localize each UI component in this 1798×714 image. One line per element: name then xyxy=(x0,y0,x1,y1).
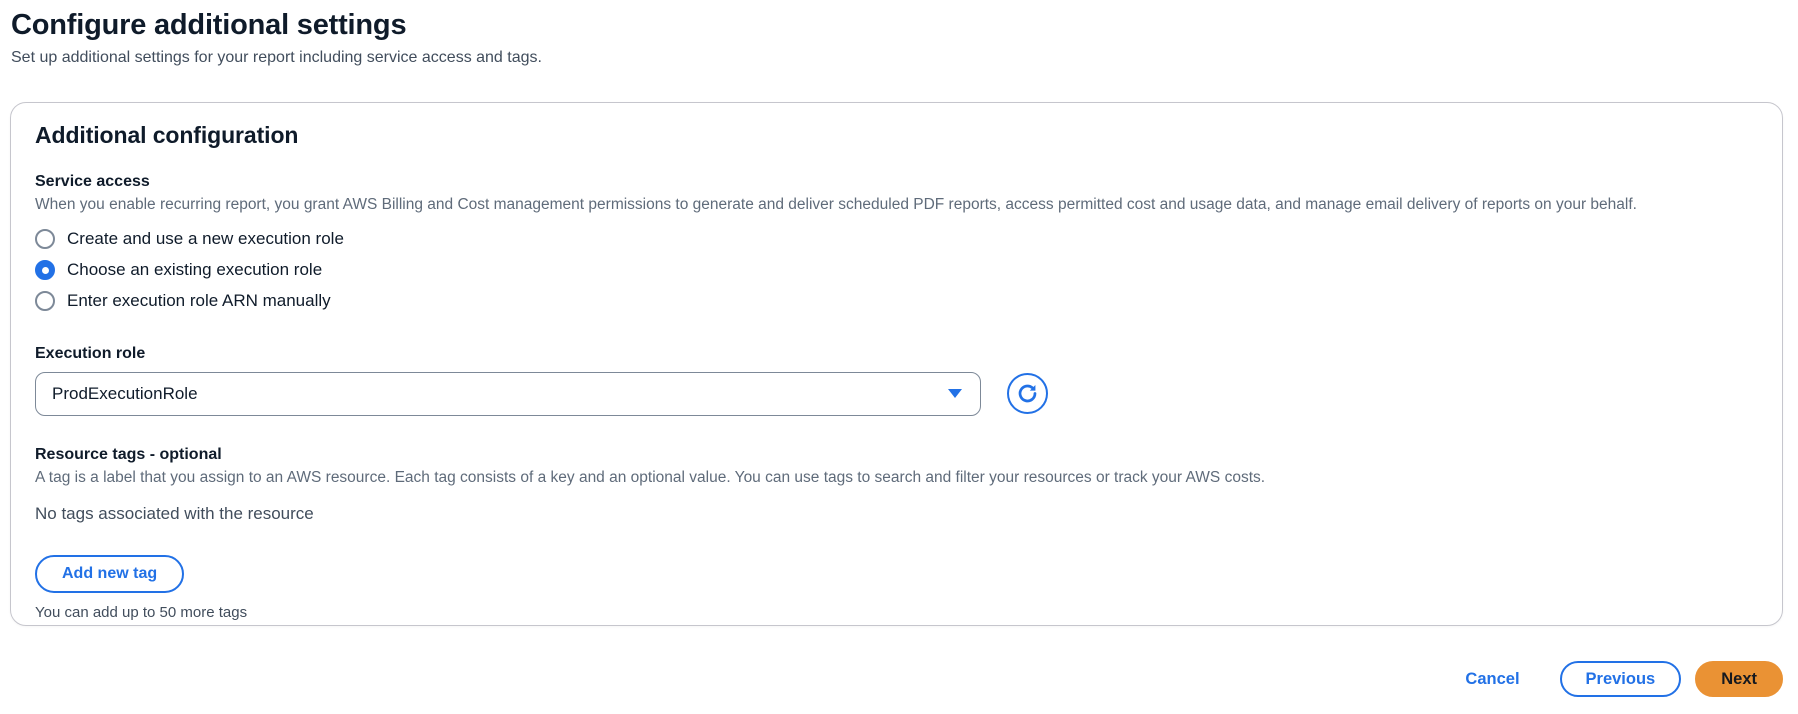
radio-label: Enter execution role ARN manually xyxy=(67,291,331,311)
service-access-description: When you enable recurring report, you gr… xyxy=(35,196,1637,213)
radio-label: Create and use a new execution role xyxy=(67,229,344,249)
card-title: Additional configuration xyxy=(35,122,299,148)
radio-create-new-role[interactable]: Create and use a new execution role xyxy=(35,224,1758,255)
radio-icon xyxy=(35,229,55,250)
resource-tags-label: Resource tags - optional xyxy=(35,445,222,463)
execution-role-section: Execution role ProdExecutionRole xyxy=(35,345,1758,416)
cancel-button[interactable]: Cancel xyxy=(1465,670,1519,689)
execution-role-label: Execution role xyxy=(35,344,146,362)
page-subtitle: Set up additional settings for your repo… xyxy=(11,49,542,67)
radio-enter-role-arn[interactable]: Enter execution role ARN manually xyxy=(35,286,1758,317)
add-new-tag-button[interactable]: Add new tag xyxy=(35,554,185,593)
radio-label: Choose an existing execution role xyxy=(67,260,323,280)
no-tags-empty-state: No tags associated with the resource xyxy=(35,503,314,523)
execution-role-selected-value: ProdExecutionRole xyxy=(52,383,198,403)
tag-limit-note: You can add up to 50 more tags xyxy=(35,603,248,621)
service-access-radio-group: Create and use a new execution role Choo… xyxy=(35,224,1758,317)
radio-selected-icon xyxy=(35,260,55,281)
radio-choose-existing-role[interactable]: Choose an existing execution role xyxy=(35,255,1758,286)
next-button[interactable]: Next xyxy=(1695,661,1783,697)
service-access-label: Service access xyxy=(35,173,150,190)
refresh-icon xyxy=(1016,382,1039,405)
resource-tags-description: A tag is a label that you assign to an A… xyxy=(35,468,1266,486)
page-title: Configure additional settings xyxy=(11,9,407,41)
caret-down-icon xyxy=(948,389,962,399)
wizard-footer-actions: Cancel Previous Next xyxy=(1465,661,1783,697)
previous-button[interactable]: Previous xyxy=(1559,661,1682,697)
radio-icon xyxy=(35,291,55,312)
execution-role-select[interactable]: ProdExecutionRole xyxy=(35,371,981,416)
service-access-section: Service access When you enable recurring… xyxy=(35,173,1758,317)
resource-tags-section: Resource tags - optional A tag is a labe… xyxy=(35,446,1758,621)
page-header: Configure additional settings Set up add… xyxy=(11,7,542,69)
additional-configuration-card: Additional configuration Service access … xyxy=(10,102,1783,626)
refresh-roles-button[interactable] xyxy=(1007,373,1048,415)
